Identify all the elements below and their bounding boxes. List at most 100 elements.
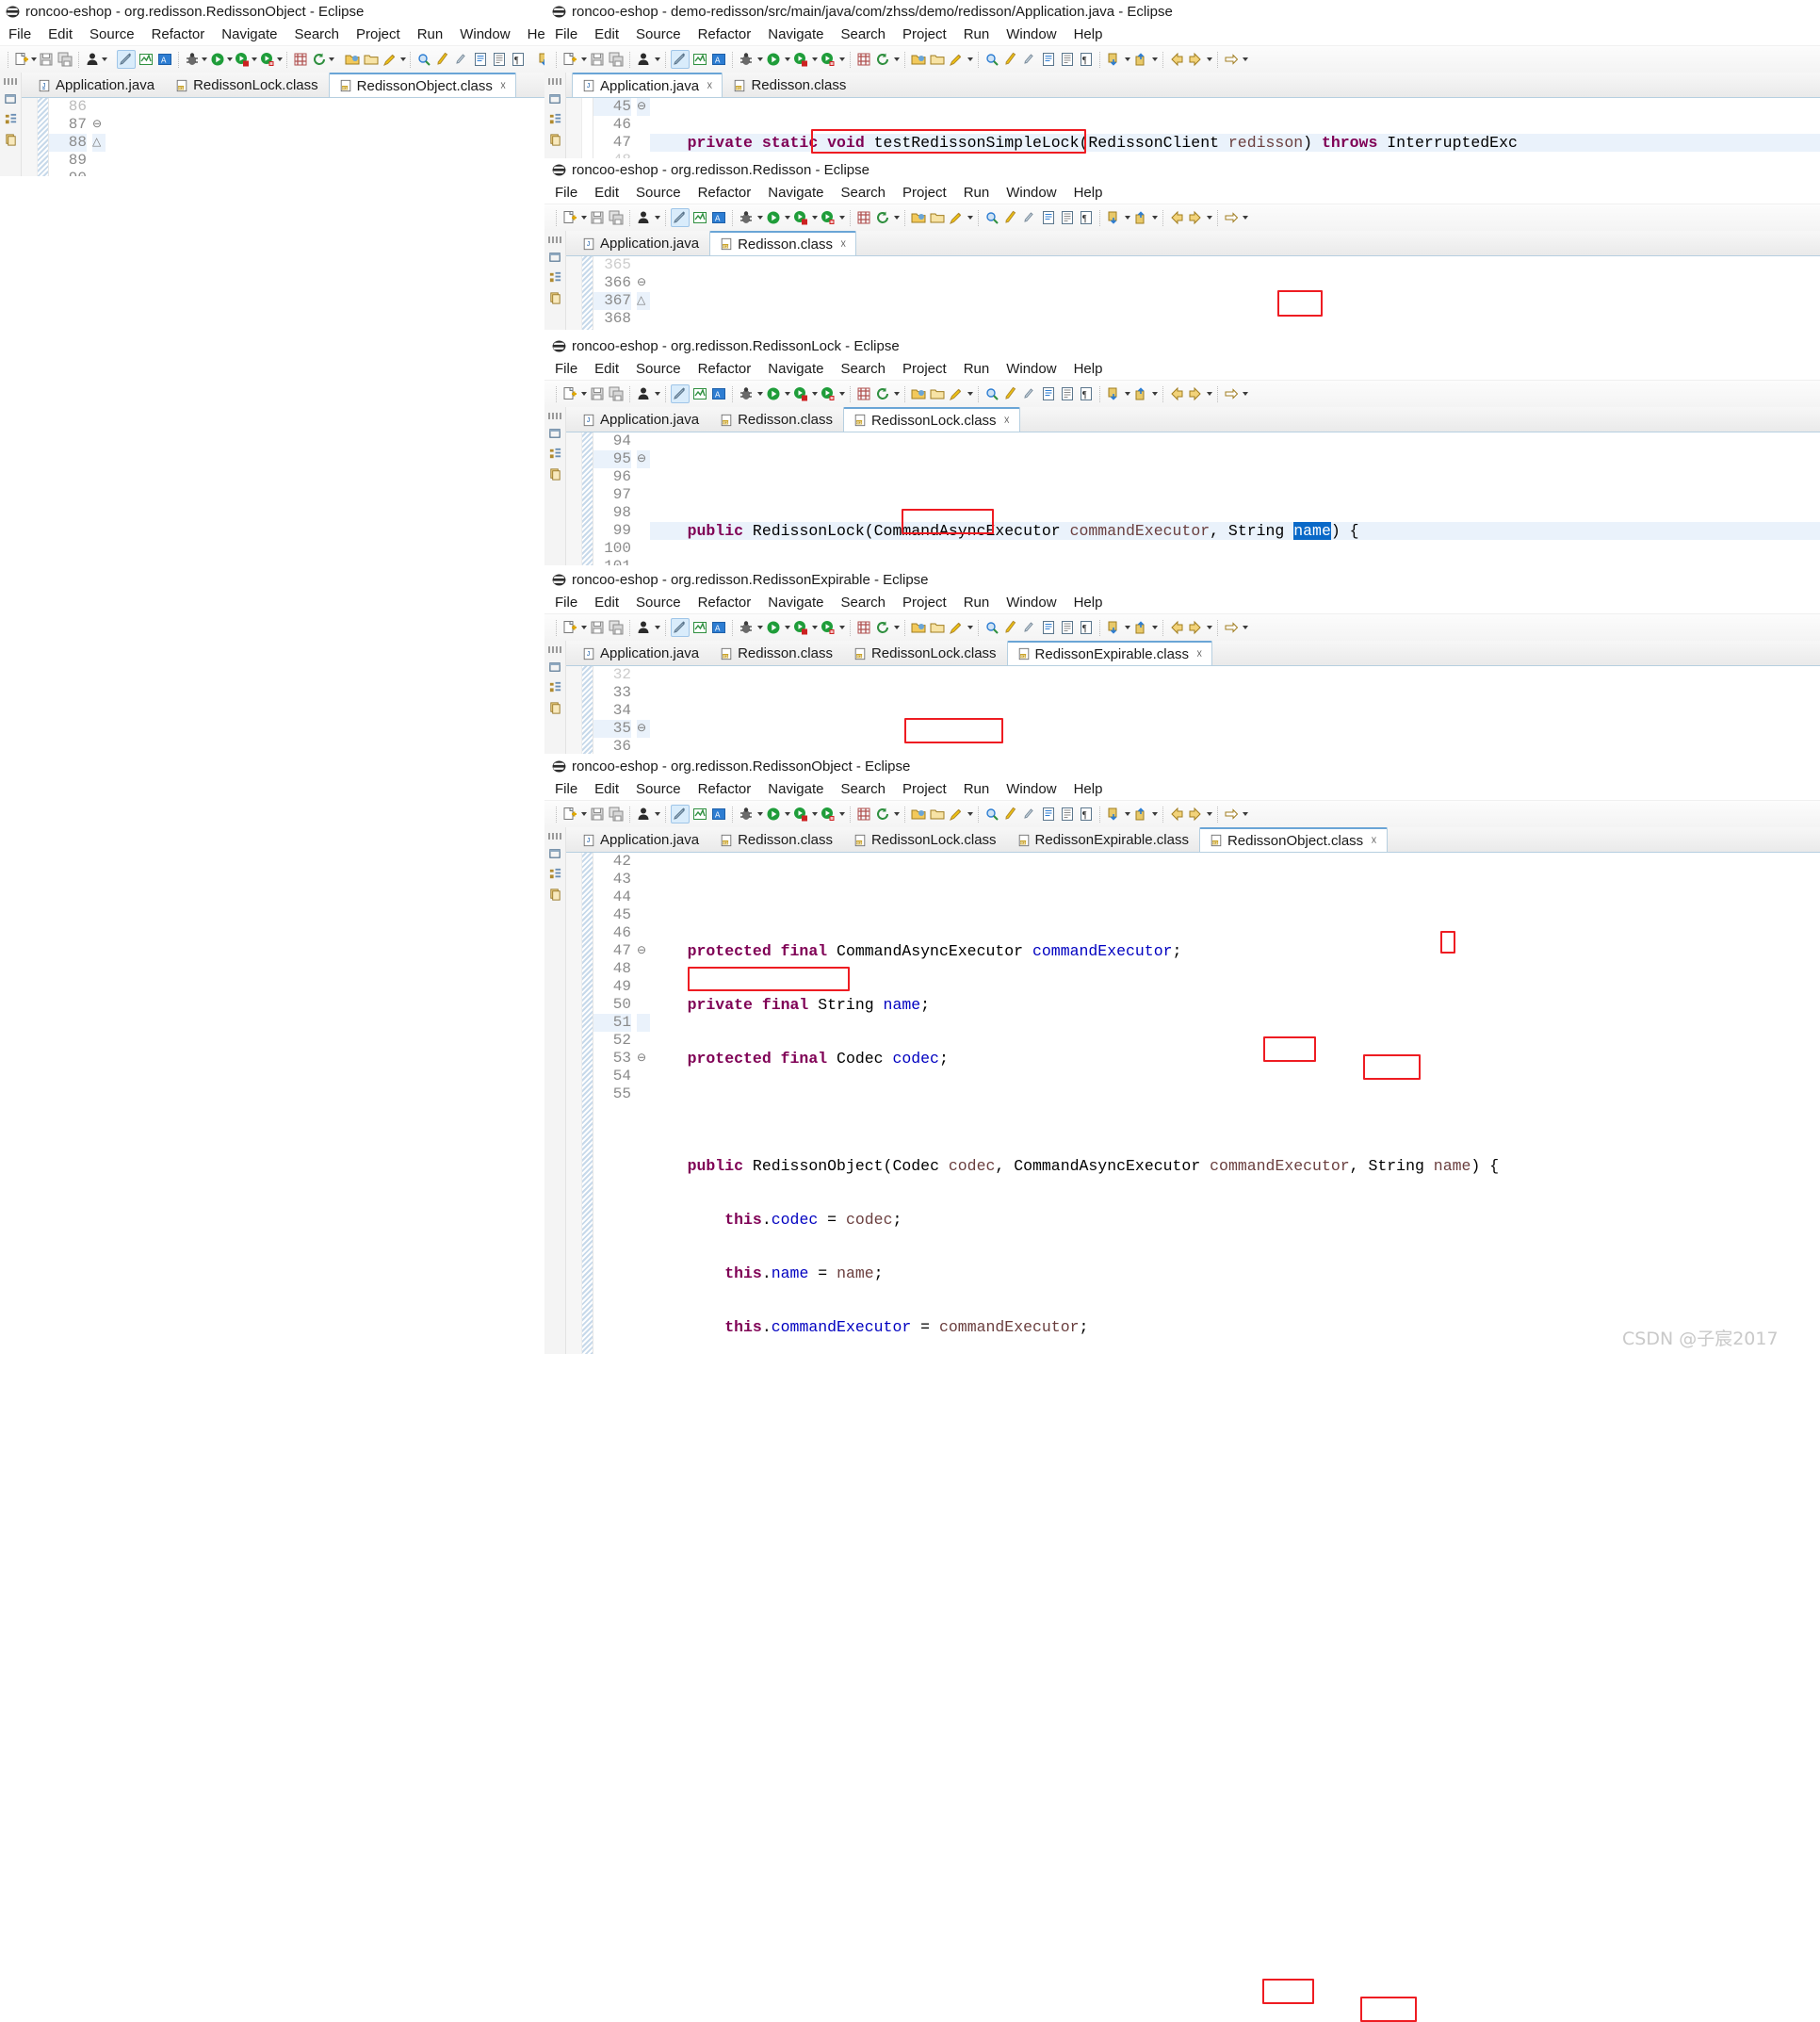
menubar[interactable]: File Edit Source Refactor Navigate Searc… [544, 591, 1820, 613]
previous-annotation-button[interactable] [1132, 385, 1149, 402]
menu-source[interactable]: Source [81, 26, 143, 42]
new-file-button[interactable] [561, 806, 578, 823]
menu-help[interactable]: Help [1065, 595, 1112, 611]
menu-help[interactable]: Help [1065, 26, 1112, 42]
last-edit-button[interactable] [1223, 806, 1240, 823]
toggle-block-selection-button[interactable] [1040, 385, 1057, 402]
annotation-button[interactable]: A [710, 619, 727, 636]
open-resource-button[interactable] [929, 806, 946, 823]
toolbar[interactable]: A¶ [544, 204, 1820, 231]
menu-refactor[interactable]: Refactor [690, 781, 760, 797]
menu-help[interactable]: Help [1065, 781, 1112, 797]
save-button[interactable] [589, 619, 606, 636]
restore-view-icon[interactable] [548, 250, 562, 264]
save-all-button[interactable] [608, 51, 625, 68]
view-rail[interactable] [544, 827, 566, 1354]
chevron-down-icon[interactable] [966, 806, 974, 823]
open-resource-button[interactable] [363, 51, 380, 68]
chevron-down-icon[interactable] [1205, 385, 1213, 402]
chevron-down-icon[interactable] [1241, 209, 1249, 226]
menu-file[interactable]: File [552, 781, 586, 797]
menu-help[interactable]: Help [1065, 185, 1112, 201]
debug-button[interactable] [738, 209, 755, 226]
menubar[interactable]: File Edit Source Refactor Navigate Searc… [544, 23, 1820, 45]
save-button[interactable] [589, 385, 606, 402]
fold-marker-column[interactable]: ⊖ [637, 666, 650, 754]
chevron-down-icon[interactable] [1241, 619, 1249, 636]
edit-button[interactable] [948, 385, 965, 402]
chevron-down-icon[interactable] [579, 619, 588, 636]
chevron-down-icon[interactable] [892, 806, 901, 823]
save-all-button[interactable] [608, 806, 625, 823]
run-configurations-button[interactable] [792, 385, 809, 402]
forward-button[interactable] [1187, 385, 1204, 402]
menu-file[interactable]: File [6, 26, 40, 42]
search-button[interactable] [983, 209, 1000, 226]
new-java-project-button[interactable] [855, 385, 872, 402]
restore-view-icon[interactable] [548, 846, 562, 860]
code-viewport[interactable]: 365 366 367 368 369 ⊖ △ @Override [566, 256, 1820, 330]
close-icon[interactable]: ☓ [1004, 414, 1010, 427]
view-rail[interactable] [544, 641, 566, 754]
run-configurations-button[interactable] [792, 51, 809, 68]
menu-refactor[interactable]: Refactor [690, 26, 760, 42]
tab-application-java[interactable]: J Application.java [27, 73, 165, 97]
window-redissonexpirable-class[interactable]: roncoo-eshop - org.redisson.RedissonExpi… [544, 568, 1820, 757]
chevron-down-icon[interactable] [653, 51, 661, 68]
debug-configurations-button[interactable] [820, 51, 837, 68]
chevron-down-icon[interactable] [837, 385, 846, 402]
show-whitespace-button[interactable] [1059, 806, 1076, 823]
tab-redisson-class[interactable]: 010 Redisson.class [709, 827, 843, 852]
toggle-block-selection-button[interactable] [1040, 51, 1057, 68]
tab-redissonlock-class[interactable]: 010 RedissonLock.class [165, 73, 329, 97]
chevron-down-icon[interactable] [837, 619, 846, 636]
next-annotation-button[interactable] [1105, 806, 1122, 823]
chevron-down-icon[interactable] [756, 51, 764, 68]
outline-view-icon[interactable] [4, 112, 18, 126]
view-rail[interactable] [544, 73, 566, 159]
close-icon[interactable]: ☓ [1371, 834, 1376, 847]
menu-edit[interactable]: Edit [586, 595, 627, 611]
chevron-down-icon[interactable] [756, 209, 764, 226]
chevron-down-icon[interactable] [756, 806, 764, 823]
menu-refactor[interactable]: Refactor [690, 185, 760, 201]
chevron-down-icon[interactable] [1150, 385, 1159, 402]
previous-annotation-button[interactable] [1132, 51, 1149, 68]
tabstrip[interactable]: J Application.java 010 Redisson.class ☓ [566, 231, 1820, 256]
fold-marker-column[interactable]: ⊖ [637, 432, 650, 565]
menu-search[interactable]: Search [832, 781, 894, 797]
format-button[interactable]: ¶ [1078, 385, 1095, 402]
format-button[interactable]: ¶ [1078, 619, 1095, 636]
chevron-down-icon[interactable] [653, 209, 661, 226]
fold-mark[interactable]: ⊖ [92, 116, 106, 134]
search-button[interactable] [983, 619, 1000, 636]
toolbar[interactable]: A¶ [544, 45, 1820, 73]
coverage-button[interactable] [691, 385, 708, 402]
chevron-down-icon[interactable] [810, 619, 819, 636]
fold-marker-column[interactable]: ⊖ △ [92, 98, 106, 176]
forward-button[interactable] [1187, 51, 1204, 68]
debug-perspective-button[interactable] [635, 385, 652, 402]
new-file-button[interactable] [561, 51, 578, 68]
chevron-down-icon[interactable] [1123, 209, 1131, 226]
chevron-down-icon[interactable] [756, 619, 764, 636]
outline-view-icon[interactable] [548, 270, 562, 285]
last-edit-button[interactable] [1223, 385, 1240, 402]
marker-column[interactable] [22, 98, 38, 176]
menu-project[interactable]: Project [894, 595, 955, 611]
tab-redissonlock-class[interactable]: 010 RedissonLock.class ☓ [843, 407, 1020, 432]
tab-redissonobject-class[interactable]: 010 RedissonObject.class ☓ [329, 73, 517, 97]
chevron-down-icon[interactable] [810, 209, 819, 226]
toggle-block-selection-button[interactable] [1040, 209, 1057, 226]
menubar[interactable]: File Edit Source Refactor Navigate Searc… [544, 357, 1820, 380]
skip-breakpoints-button[interactable] [671, 618, 690, 637]
marker-column[interactable] [566, 666, 582, 754]
run-button[interactable] [765, 806, 782, 823]
marker-column[interactable] [566, 432, 582, 565]
menu-window[interactable]: Window [998, 26, 1064, 42]
chevron-down-icon[interactable] [966, 209, 974, 226]
menu-run[interactable]: Run [409, 26, 452, 42]
new-file-button[interactable] [561, 619, 578, 636]
chevron-down-icon[interactable] [783, 619, 791, 636]
tab-redissonexpirable-class[interactable]: 010 RedissonExpirable.class ☓ [1007, 641, 1213, 665]
